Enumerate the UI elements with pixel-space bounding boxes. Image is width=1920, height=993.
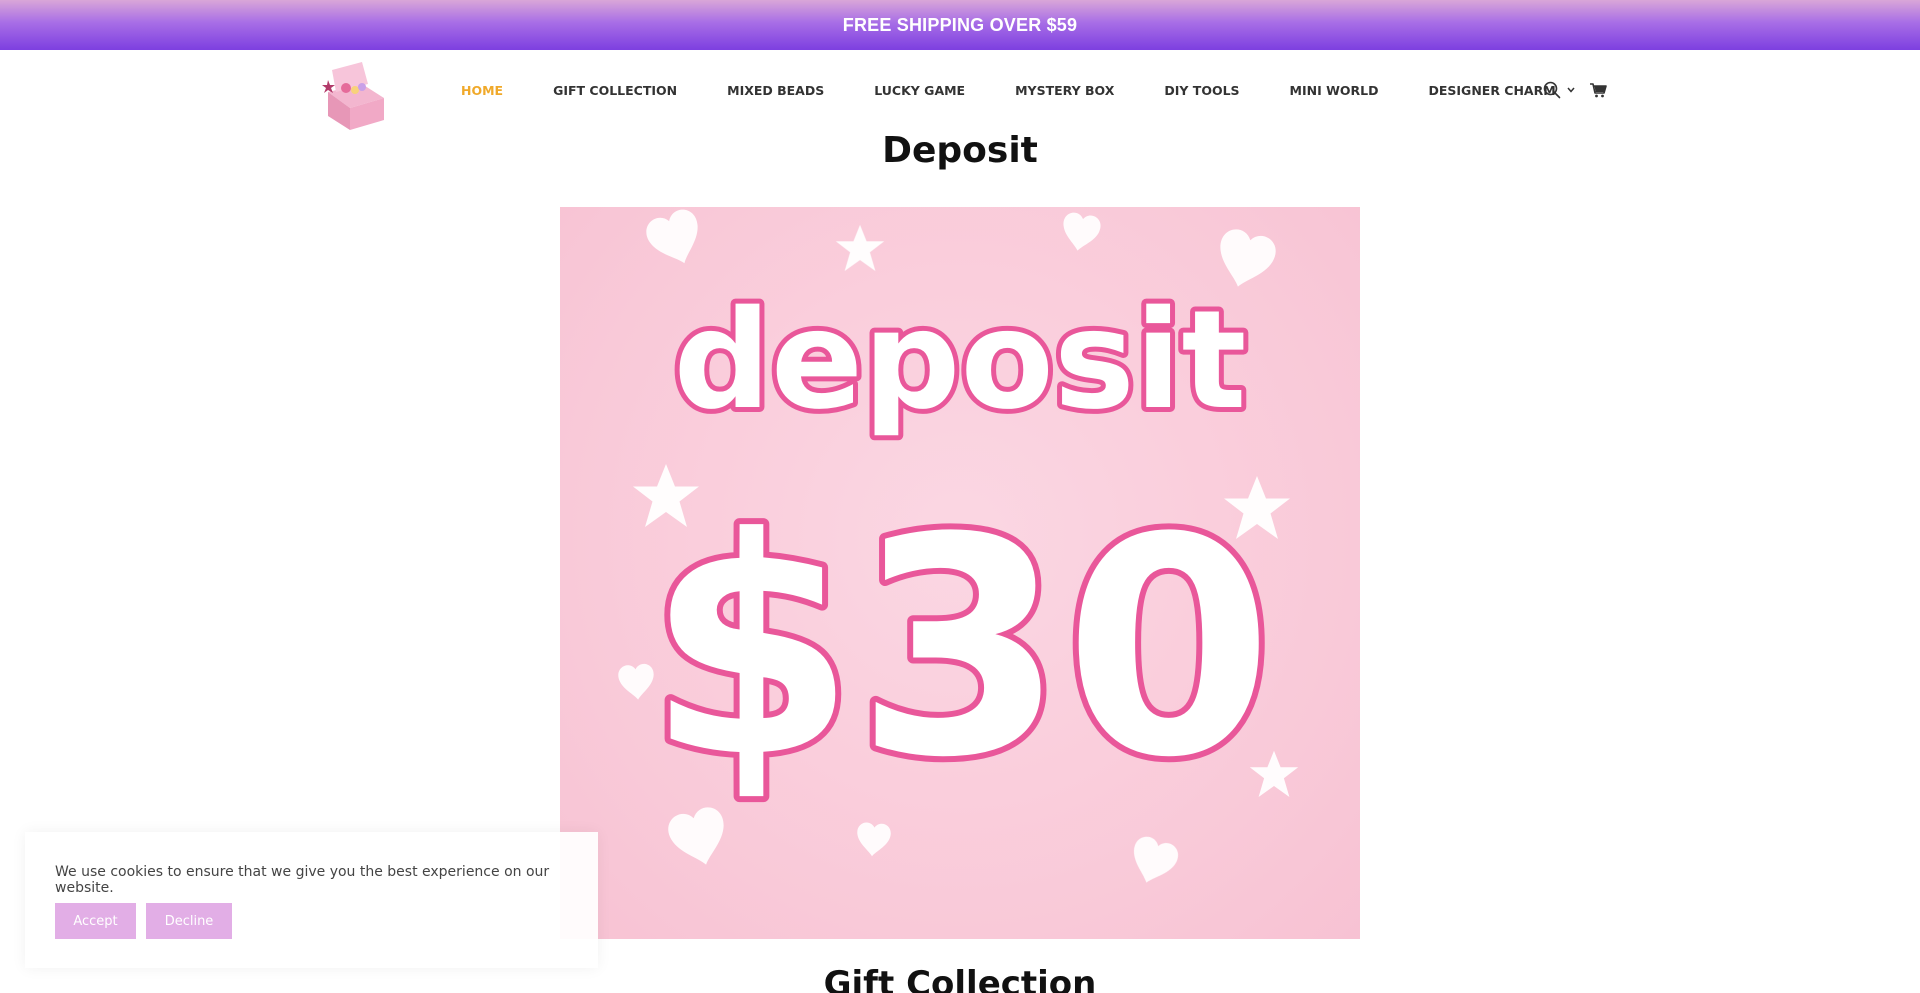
nav-item-lucky-game[interactable]: LUCKY GAME (874, 83, 965, 98)
deposit-graphic: deposit $30 (617, 207, 1299, 890)
cookie-banner: We use cookies to ensure that we give yo… (25, 832, 598, 968)
logo[interactable] (322, 58, 390, 130)
hero-line-1: deposit (674, 282, 1247, 440)
decline-button[interactable]: Decline (146, 903, 232, 939)
cookie-actions: Accept Decline (55, 903, 232, 939)
nav-item-mini-world[interactable]: MINI WORLD (1290, 83, 1379, 98)
product-image[interactable]: deposit $30 (560, 207, 1360, 939)
main-nav: HOME GIFT COLLECTION MIXED BEADS LUCKY G… (461, 50, 1626, 130)
nav-item-mixed-beads[interactable]: MIXED BEADS (727, 83, 824, 98)
search-icon[interactable] (1540, 78, 1564, 102)
page-title: Deposit (882, 130, 1038, 171)
header-actions (1540, 78, 1610, 102)
cookie-message: We use cookies to ensure that we give yo… (55, 864, 550, 896)
accept-button[interactable]: Accept (55, 903, 136, 939)
nav-item-diy-tools[interactable]: DIY TOOLS (1164, 83, 1239, 98)
site-header: HOME GIFT COLLECTION MIXED BEADS LUCKY G… (0, 50, 1920, 130)
section-title-gift-collection: Gift Collection (823, 964, 1097, 993)
nav-item-home[interactable]: HOME (461, 83, 503, 98)
nav-item-mystery-box[interactable]: MYSTERY BOX (1015, 83, 1114, 98)
hero-line-2: $30 (647, 474, 1273, 823)
announcement-bar: FREE SHIPPING OVER $59 (0, 0, 1920, 50)
gift-box-logo-icon (322, 62, 384, 130)
nav-item-gift-collection[interactable]: GIFT COLLECTION (553, 83, 677, 98)
cart-icon[interactable] (1586, 78, 1610, 102)
announcement-text: FREE SHIPPING OVER $59 (842, 14, 1078, 35)
